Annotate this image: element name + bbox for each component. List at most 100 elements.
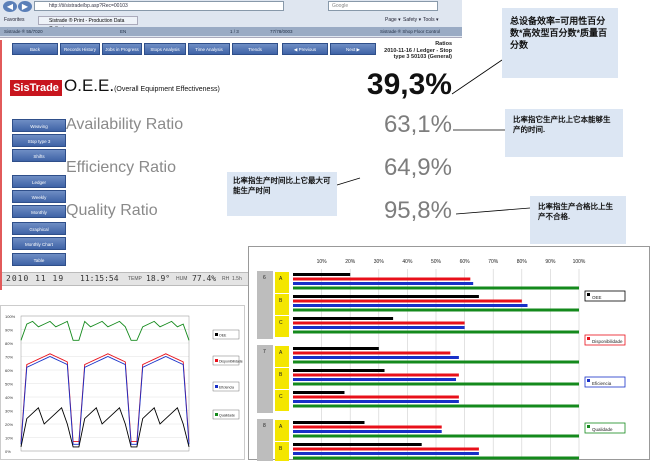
bar — [293, 321, 465, 325]
bar — [293, 404, 579, 408]
legend-swatch — [215, 413, 218, 416]
y-tick-label: 90% — [5, 328, 13, 333]
x-tick-label: 20% — [345, 259, 356, 265]
legend-box — [584, 290, 626, 302]
bar-chart-panel: 10% 20% 30% 40% 50% 60% 70% 80% 90% 100% 6 A B C 7 A B C 8… — [248, 246, 650, 466]
y-tick-label: 30% — [5, 409, 13, 414]
x-tick-label: 60% — [460, 259, 471, 265]
efficiency-note: 比率指生产时间比上它最大可能生产时间 — [227, 172, 337, 216]
status-date: 2010 11 19 — [6, 274, 65, 283]
legend-swatch — [215, 385, 218, 388]
bar — [293, 425, 442, 429]
bar — [293, 326, 465, 329]
legend-label: OEE — [592, 295, 602, 300]
series-line — [20, 353, 190, 443]
bar — [293, 330, 579, 334]
bar — [293, 308, 579, 312]
bar — [293, 378, 457, 381]
line-chart-panel: 100% 90% 80% 70% 60% 50% 40% 30% 20% 10% 0% OEE Disp… — [0, 305, 245, 460]
group-block — [257, 271, 273, 339]
left-edge-bar — [0, 40, 2, 290]
bar — [293, 434, 579, 438]
x-tick-label: 70% — [488, 259, 499, 265]
legend-swatch — [587, 379, 590, 382]
y-tick-label: 20% — [5, 422, 13, 427]
bar — [293, 295, 479, 298]
bar — [293, 277, 471, 281]
x-tick-label: 80% — [517, 259, 528, 265]
oee-note: 总设备效率=可用性百分数*高效型百分数*质量百分数 — [502, 8, 618, 78]
bar-chart: 10% 20% 30% 40% 50% 60% 70% 80% 90% 100%6 ABC7 ABC8… — [257, 259, 626, 466]
status-bar: 2010 11 19 11:15:54 TEMP 18.9° HUM 77.4%… — [0, 272, 248, 286]
group-label: 8 — [263, 423, 266, 429]
bar — [293, 443, 422, 446]
bar — [293, 360, 579, 364]
bar — [293, 373, 459, 377]
bar — [293, 273, 351, 276]
bar — [293, 456, 579, 460]
legend-swatch — [587, 293, 590, 296]
bar — [293, 304, 528, 307]
y-tick-label: 100% — [5, 314, 16, 319]
bar — [293, 369, 385, 372]
series-line — [20, 407, 190, 448]
bar — [293, 299, 522, 303]
y-tick-label: 60% — [5, 368, 13, 373]
status-time: 11:15:54 — [80, 274, 119, 283]
y-tick-label: 40% — [5, 395, 13, 400]
legend-label: Disponibilidade — [219, 360, 243, 364]
bar — [293, 286, 579, 290]
y-tick-label: 10% — [5, 436, 13, 441]
x-tick-label: 50% — [431, 259, 442, 265]
shift-label: C — [279, 320, 283, 326]
x-tick-label: 40% — [402, 259, 413, 265]
status-hum-label: HUM — [176, 276, 188, 282]
x-tick-label: 100% — [573, 259, 586, 265]
legend-swatch — [215, 359, 218, 362]
legend-label: Qualidade — [219, 414, 235, 418]
status-temp: 18.9° — [146, 274, 171, 283]
y-tick-label: 80% — [5, 341, 13, 346]
legend-label: Disponibilidade — [592, 339, 623, 344]
x-tick-label: 90% — [545, 259, 556, 265]
line-chart: 100% 90% 80% 70% 60% 50% 40% 30% 20% 10% 0% OEE Disp… — [5, 314, 243, 454]
bar — [293, 356, 459, 359]
bar — [293, 430, 442, 433]
legend-swatch — [587, 425, 590, 428]
efficiency-callout-line — [336, 177, 361, 186]
oee-callout-line — [451, 59, 503, 95]
status-extra-value: 1.5h — [232, 276, 242, 282]
legend-label: Eficiencia — [592, 381, 612, 386]
quality-note: 比率指生产合格比上生产不合格. — [530, 196, 626, 244]
bar — [293, 400, 459, 403]
bar — [293, 317, 394, 320]
y-tick-label: 70% — [5, 355, 13, 360]
status-extra-label: RH — [222, 276, 230, 282]
bar — [293, 447, 479, 451]
quality-callout-line — [455, 207, 531, 215]
legend-swatch — [215, 333, 218, 336]
y-tick-label: 0% — [5, 449, 11, 454]
group-label: 7 — [263, 349, 266, 355]
x-tick-label: 30% — [374, 259, 385, 265]
bar — [293, 347, 379, 350]
y-tick-label: 50% — [5, 382, 13, 387]
bar — [293, 282, 474, 285]
shift-label: C — [279, 394, 283, 400]
legend-label: OEE — [219, 334, 227, 338]
bar — [293, 382, 579, 386]
bar — [293, 391, 345, 394]
series-line — [20, 356, 190, 445]
series-line — [20, 320, 190, 341]
legend-label: Eficiencia — [219, 386, 234, 390]
x-tick-label: 10% — [317, 259, 328, 265]
status-temp-label: TEMP — [128, 276, 142, 282]
legend-swatch — [587, 337, 590, 340]
availability-note: 比率指它生产比上它本能够生产的时间. — [505, 109, 623, 157]
legend-label: Qualidade — [592, 427, 613, 432]
bar — [293, 395, 459, 399]
group-block — [257, 345, 273, 413]
bar — [293, 421, 365, 424]
status-hum: 77.4% — [192, 274, 217, 283]
group-label: 6 — [263, 275, 266, 281]
